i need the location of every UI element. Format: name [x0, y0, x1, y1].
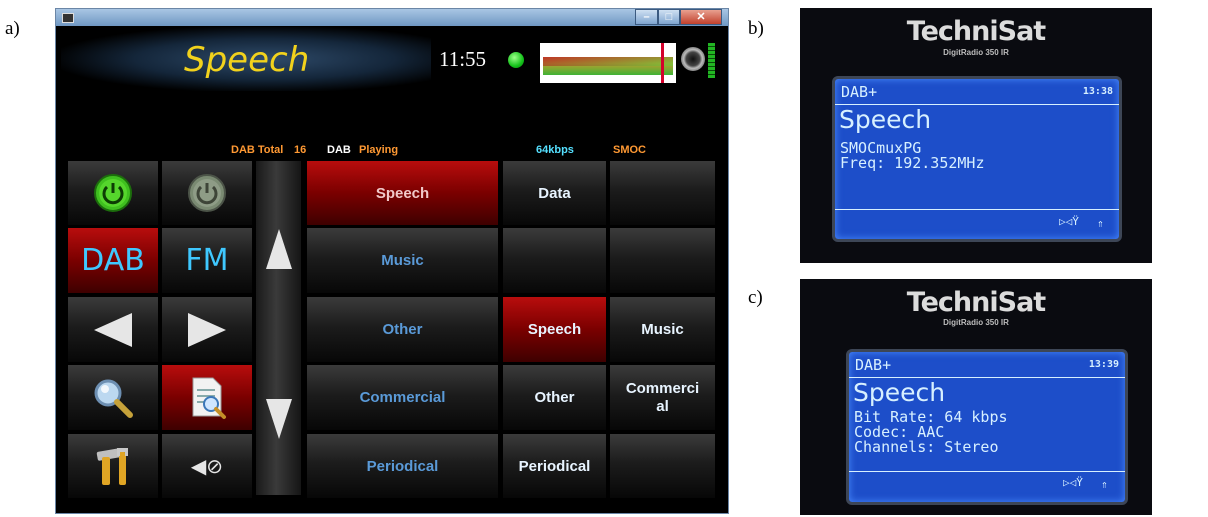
dab-status-label: DAB — [327, 144, 351, 156]
status-led-icon — [508, 52, 524, 68]
grid-empty-button[interactable] — [609, 433, 716, 499]
network-icon: ⇑ — [1101, 478, 1108, 491]
lcd-time: 13:38 — [1082, 86, 1113, 97]
network-icon: ⇑ — [1097, 217, 1104, 230]
maximize-button[interactable]: □ — [658, 9, 680, 25]
clock: 11:55 — [439, 47, 487, 71]
panel-label-b: b) — [748, 18, 764, 39]
grid-empty-button[interactable] — [609, 227, 716, 294]
signal-icon: ▷◁Ÿ — [1063, 476, 1083, 489]
tools-icon — [96, 448, 128, 485]
window-titlebar[interactable]: – □ ✕ — [56, 9, 728, 26]
category-music-button[interactable]: Music — [306, 227, 499, 294]
settings-button[interactable] — [67, 433, 159, 499]
lcd-time: 13:39 — [1088, 359, 1119, 370]
app-icon — [62, 13, 74, 23]
grid-empty-button[interactable] — [502, 227, 607, 294]
grid-periodical-button[interactable]: Periodical — [502, 433, 607, 499]
model-label: DigitRadio 350 IR — [943, 318, 1009, 327]
panel-label-c: c) — [748, 287, 763, 308]
magnifier-icon — [94, 379, 133, 418]
lcd-line-3: Channels: Stereo — [854, 438, 999, 456]
dab-total-label: DAB Total — [231, 144, 284, 156]
volume-marker[interactable] — [661, 43, 664, 83]
document-search-icon — [192, 377, 226, 419]
category-other-button[interactable]: Other — [306, 296, 499, 363]
brand-logo: TechniSat — [906, 16, 1046, 47]
previous-button[interactable] — [67, 296, 159, 363]
dab-total-value: 16 — [294, 144, 307, 156]
lcd-mode: DAB+ — [855, 356, 892, 374]
grid-commercial-button[interactable]: Commerci al — [609, 364, 716, 431]
arrow-down-icon — [265, 399, 292, 439]
lcd-separator — [849, 471, 1125, 472]
power-on-icon — [94, 174, 132, 212]
close-button[interactable]: ✕ — [680, 9, 722, 25]
category-periodical-button[interactable]: Periodical — [306, 433, 499, 499]
bitrate-status: 64kbps — [536, 144, 574, 156]
grid-speech-button[interactable]: Speech — [502, 296, 607, 363]
panel-label-a: a) — [5, 18, 20, 39]
lcd-line-2: Freq: 192.352MHz — [840, 154, 985, 172]
grid-empty-button[interactable] — [609, 160, 716, 226]
scroll-down-button[interactable] — [255, 374, 302, 464]
playing-status: Playing — [359, 144, 399, 156]
radio-photo-b: TechniSat DigitRadio 350 IR DAB+ 13:38 S… — [800, 8, 1152, 263]
mute-button[interactable]: ◀⊘ — [161, 433, 253, 499]
lcd-station: Speech — [853, 378, 946, 407]
brand-logo: TechniSat — [906, 287, 1046, 318]
power-on-button[interactable] — [67, 160, 159, 226]
lcd-separator — [835, 209, 1119, 210]
search-button[interactable] — [67, 364, 159, 431]
lcd-display: DAB+ 13:38 Speech SMOCmuxPG Freq: 192.35… — [832, 76, 1122, 242]
signal-icon: ▷◁Ÿ — [1059, 215, 1079, 228]
arrow-up-icon — [265, 229, 292, 269]
category-commercial-button[interactable]: Commercial — [306, 364, 499, 431]
next-button[interactable] — [161, 296, 253, 363]
station-title: Speech — [184, 40, 310, 80]
lcd-mode: DAB+ — [841, 83, 878, 101]
speaker-icon[interactable] — [681, 47, 705, 71]
arrow-right-icon — [188, 312, 226, 347]
minimize-button[interactable]: – — [635, 9, 658, 25]
lcd-display: DAB+ 13:39 Speech Bit Rate: 64 kbps Code… — [846, 349, 1128, 505]
power-off-button[interactable] — [161, 160, 253, 226]
signal-level-icon — [708, 43, 715, 78]
model-label: DigitRadio 350 IR — [943, 48, 1009, 57]
volume-meter-bar — [543, 57, 673, 75]
grid-other-button[interactable]: Other — [502, 364, 607, 431]
fm-button[interactable]: FM — [161, 227, 253, 294]
mute-icon: ◀⊘ — [190, 455, 224, 478]
document-search-button[interactable] — [161, 364, 253, 431]
grid-music-button[interactable]: Music — [609, 296, 716, 363]
arrow-left-icon — [94, 312, 132, 347]
ensemble-status: SMOC — [613, 144, 646, 156]
power-off-icon — [188, 174, 226, 212]
radio-app-window: – □ ✕ Speech 11:55 DAB Total 16 DAB Play… — [55, 8, 729, 514]
dab-button[interactable]: DAB — [67, 227, 159, 294]
category-speech-button[interactable]: Speech — [306, 160, 499, 226]
scroll-up-button[interactable] — [255, 204, 302, 294]
radio-photo-c: TechniSat DigitRadio 350 IR DAB+ 13:39 S… — [800, 279, 1152, 515]
grid-data-button[interactable]: Data — [502, 160, 607, 226]
lcd-station: Speech — [839, 105, 932, 134]
